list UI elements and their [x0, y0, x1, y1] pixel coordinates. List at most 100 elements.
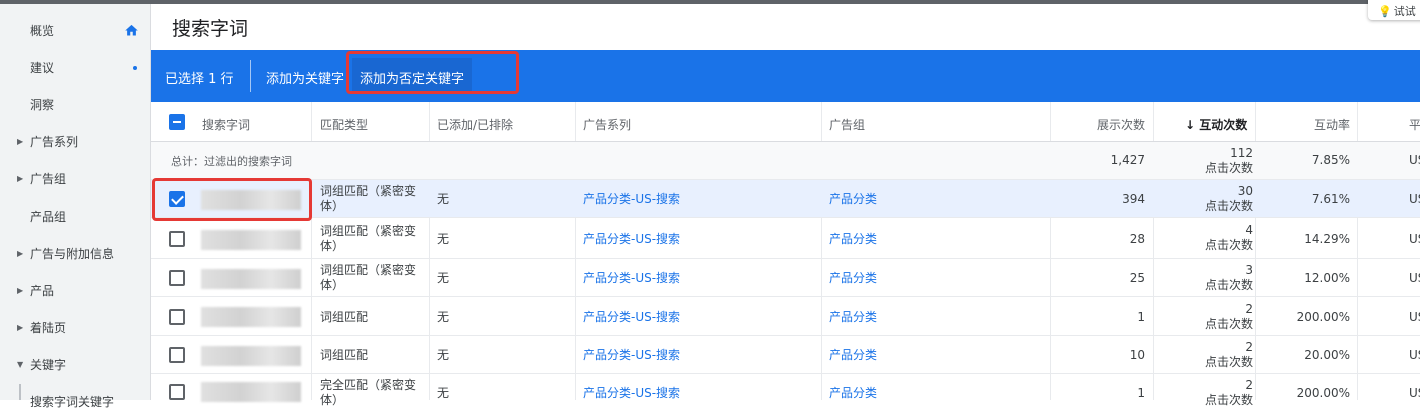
- sidebar-item-products[interactable]: ▶ 产品: [0, 272, 150, 309]
- row-checkbox[interactable]: [169, 270, 185, 286]
- next-column-value: US: [1409, 386, 1420, 400]
- column-header-impressions[interactable]: 展示次数: [1097, 116, 1145, 133]
- redacted-search-term: [201, 382, 301, 402]
- impressions: 28: [1129, 232, 1145, 246]
- column-header-interactions-label: 互动次数: [1199, 118, 1248, 132]
- added-status: 无: [437, 348, 450, 362]
- sidebar-item-label: 广告系列: [30, 135, 79, 149]
- sidebar-item-campaigns[interactable]: ▶ 广告系列: [0, 123, 150, 160]
- caret-right-icon: ▶: [17, 323, 24, 332]
- total-interactions-unit: 点击次数: [1204, 161, 1253, 175]
- sidebar-item-label: 关键字: [30, 358, 67, 372]
- add-as-keyword-button[interactable]: 添加为关键字: [266, 68, 344, 87]
- column-header-adgroup[interactable]: 广告组: [829, 116, 865, 133]
- interactions: 4: [1245, 223, 1253, 237]
- row-checkbox[interactable]: [169, 309, 185, 325]
- table-row[interactable]: 词组匹配（紧密变 体） 无 产品分类-US-搜索 产品分类 394 30 点击次…: [151, 180, 1420, 218]
- sidebar-item-label: 建议: [30, 61, 55, 75]
- table-row[interactable]: 词组匹配（紧密变 体） 无 产品分类-US-搜索 产品分类 25 3 点击次数 …: [151, 259, 1420, 297]
- interactions: 2: [1245, 378, 1253, 392]
- try-button[interactable]: 💡 试试: [1368, 0, 1420, 20]
- sidebar-item-landing-pages[interactable]: ▶ 着陆页: [0, 309, 150, 346]
- next-column-value: US: [1409, 192, 1420, 206]
- interactions: 2: [1245, 302, 1253, 316]
- sidebar-item-keywords[interactable]: ▼ 关键字: [0, 346, 150, 383]
- caret-down-icon: ▼: [17, 360, 24, 369]
- table-row[interactable]: 词组匹配 无 产品分类-US-搜索 产品分类 1 2 点击次数 200.00% …: [151, 297, 1420, 336]
- caret-right-icon: ▶: [17, 137, 24, 146]
- added-status: 无: [437, 310, 450, 324]
- adgroup-link[interactable]: 产品分类: [829, 192, 877, 207]
- campaign-link[interactable]: 产品分类-US-搜索: [583, 386, 680, 401]
- adgroup-link[interactable]: 产品分类: [829, 271, 877, 286]
- next-column-value: US: [1409, 348, 1420, 362]
- sidebar-item-label: 洞察: [30, 98, 55, 112]
- row-checkbox[interactable]: [169, 347, 185, 363]
- total-interaction-rate: 7.85%: [1311, 153, 1350, 167]
- adgroup-link[interactable]: 产品分类: [829, 386, 877, 401]
- campaign-link[interactable]: 产品分类-US-搜索: [583, 348, 680, 363]
- sidebar-item-recommendations[interactable]: 建议: [0, 49, 150, 86]
- window-top-strip: [0, 0, 1420, 4]
- added-status: 无: [437, 386, 450, 400]
- campaign-link[interactable]: 产品分类-US-搜索: [583, 271, 680, 286]
- sidebar-subitem-search-terms[interactable]: 搜索字词关键字: [30, 393, 114, 410]
- impressions: 1: [1137, 386, 1145, 400]
- column-header-interactions[interactable]: ↓ 互动次数: [1185, 116, 1247, 133]
- next-column-value: US: [1409, 310, 1420, 324]
- adgroup-link[interactable]: 产品分类: [829, 232, 877, 247]
- interaction-rate: 7.61%: [1311, 192, 1350, 206]
- arrow-down-icon: ↓: [1185, 118, 1200, 132]
- table-row[interactable]: 词组匹配 无 产品分类-US-搜索 产品分类 10 2 点击次数 20.00% …: [151, 336, 1420, 374]
- column-header-search-term[interactable]: 搜索字词: [202, 116, 250, 133]
- column-header-interaction-rate[interactable]: 互动率: [1314, 116, 1350, 133]
- sidebar-item-ads-extensions[interactable]: ▶ 广告与附加信息: [0, 235, 150, 272]
- match-type: 词组匹配: [320, 348, 369, 362]
- next-column-value: US: [1409, 232, 1420, 246]
- column-header-added-excluded[interactable]: 已添加/已排除: [437, 116, 513, 133]
- sidebar-item-overview[interactable]: 概览: [0, 12, 150, 49]
- total-interactions: 112: [1230, 146, 1253, 160]
- impressions: 25: [1129, 271, 1145, 285]
- caret-right-icon: ▶: [17, 286, 24, 295]
- interactions-unit: 点击次数: [1204, 238, 1253, 252]
- interactions-unit: 点击次数: [1204, 355, 1253, 369]
- notification-dot: [133, 66, 137, 70]
- column-header-campaign[interactable]: 广告系列: [583, 116, 631, 133]
- campaign-link[interactable]: 产品分类-US-搜索: [583, 310, 680, 325]
- match-type-suffix: 体）: [320, 393, 345, 407]
- sidebar-item-insights[interactable]: 洞察: [0, 86, 150, 123]
- column-header-next[interactable]: 平: [1409, 116, 1420, 133]
- sidebar-item-label: 产品组: [30, 210, 67, 224]
- interaction-rate: 12.00%: [1304, 271, 1350, 285]
- total-next: US: [1409, 153, 1420, 167]
- impressions: 394: [1122, 192, 1145, 206]
- adgroup-link[interactable]: 产品分类: [829, 310, 877, 325]
- interactions-unit: 点击次数: [1204, 317, 1253, 331]
- select-all-checkbox[interactable]: [169, 114, 185, 130]
- page-title: 搜索字词: [172, 18, 249, 40]
- total-label: 总计：过滤出的搜索字词: [171, 155, 292, 168]
- added-status: 无: [437, 192, 450, 206]
- redacted-search-term: [201, 269, 301, 289]
- table-header: 搜索字词 匹配类型 已添加/已排除 广告系列 广告组 展示次数 ↓ 互动次数 互…: [151, 102, 1420, 142]
- try-label: 试试: [1393, 5, 1416, 18]
- sidebar-item-adgroups[interactable]: ▶ 广告组: [0, 160, 150, 197]
- caret-right-icon: ▶: [17, 249, 24, 258]
- campaign-link[interactable]: 产品分类-US-搜索: [583, 232, 680, 247]
- row-checkbox[interactable]: [169, 231, 185, 247]
- next-column-value: US: [1409, 271, 1420, 285]
- action-divider: [250, 60, 251, 92]
- redacted-search-term: [201, 346, 301, 366]
- adgroup-link[interactable]: 产品分类: [829, 348, 877, 363]
- redacted-search-term: [201, 307, 301, 327]
- row-checkbox[interactable]: [169, 384, 185, 400]
- table-row[interactable]: 完全匹配（紧密变 体） 无 产品分类-US-搜索 产品分类 1 2 点击次数 2…: [151, 374, 1420, 414]
- sidebar-item-product-groups[interactable]: 产品组: [0, 198, 150, 235]
- sidebar-item-label: 着陆页: [30, 321, 67, 335]
- column-header-match-type[interactable]: 匹配类型: [320, 116, 368, 133]
- table-row[interactable]: 词组匹配（紧密变 体） 无 产品分类-US-搜索 产品分类 28 4 点击次数 …: [151, 218, 1420, 259]
- campaign-link[interactable]: 产品分类-US-搜索: [583, 192, 680, 207]
- lightbulb-icon: 💡: [1378, 5, 1392, 18]
- match-type: 词组匹配（紧密变: [320, 263, 417, 277]
